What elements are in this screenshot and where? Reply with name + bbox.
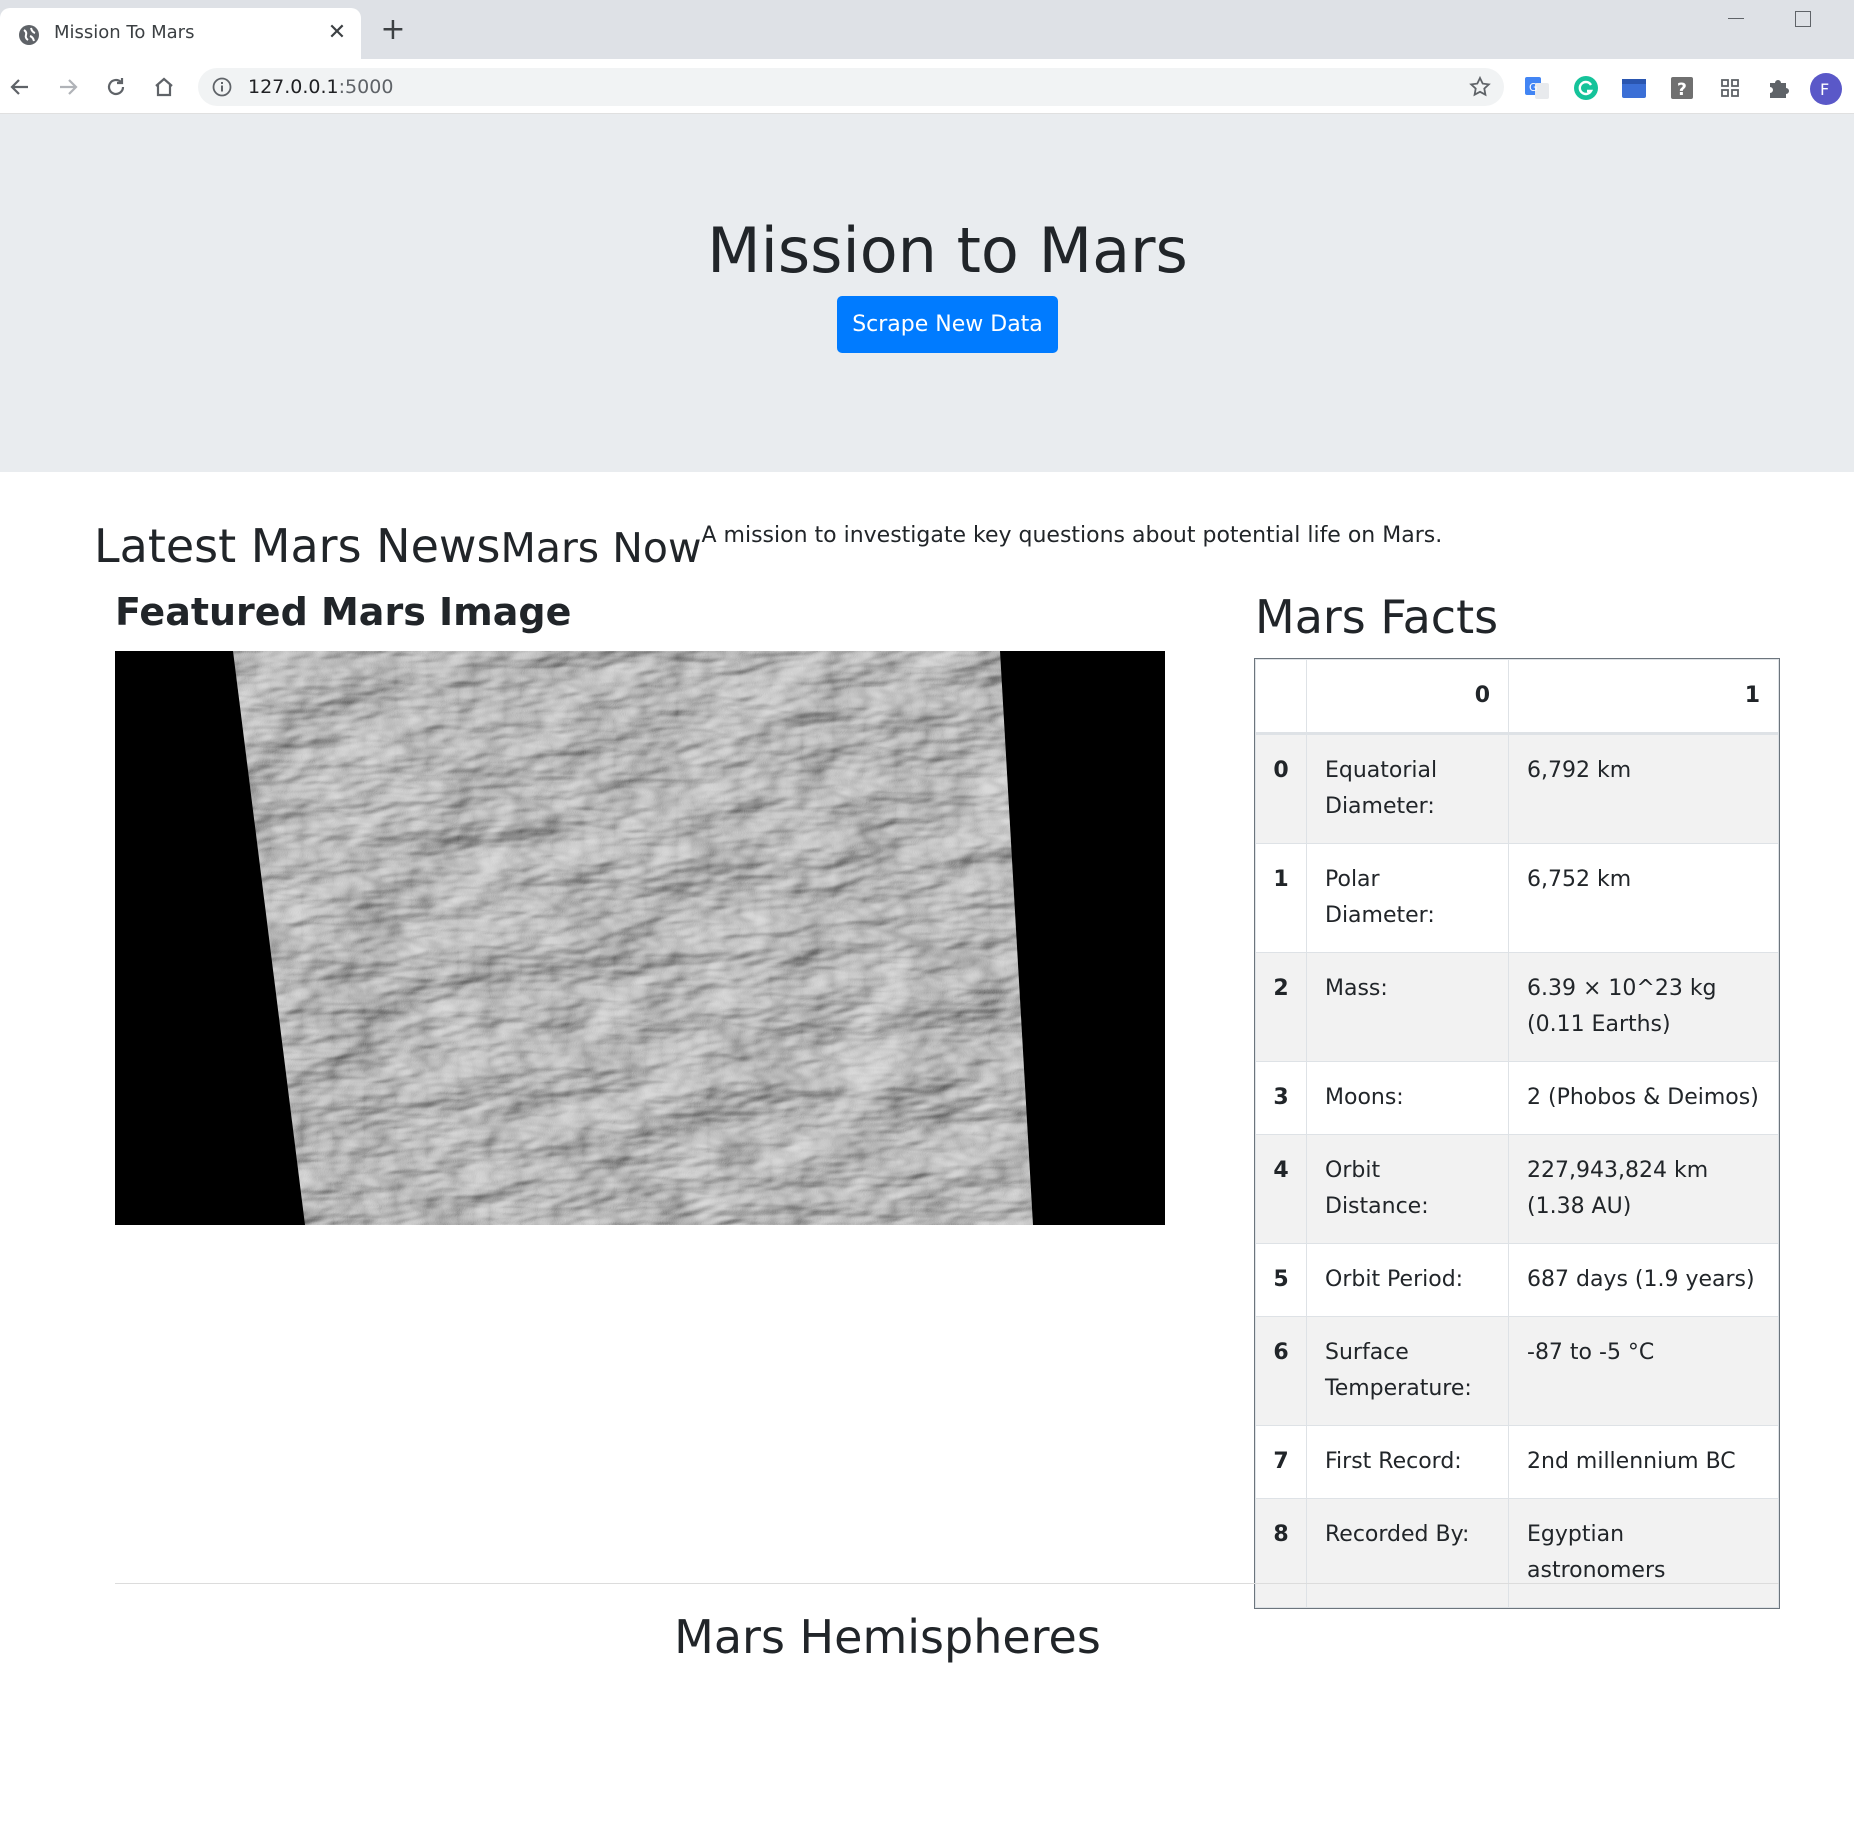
column-header: 1 [1508,659,1779,735]
back-button[interactable] [2,69,38,105]
svg-text:?: ? [1677,80,1687,100]
reload-icon [107,78,125,96]
fact-label: Equatorial Diameter: [1306,733,1509,844]
table-row: 6 Surface Temperature: -87 to -5 °C [1255,1316,1779,1426]
table-row: 3 Moons: 2 (Phobos & Deimos) [1255,1061,1779,1135]
table-row: 8 Recorded By: Egyptian astronomers [1255,1498,1779,1608]
forward-button[interactable] [50,69,86,105]
column-header [1255,659,1307,735]
column-header: 0 [1306,659,1509,735]
home-icon [155,77,173,97]
page-title: Mission to Mars [707,214,1188,287]
section-divider [115,1583,1779,1584]
table-row: 1 Polar Diameter: 6,752 km [1255,843,1779,953]
tab-title: Mission To Mars [54,22,195,43]
fact-label: Surface Temperature: [1306,1316,1509,1426]
fact-label: First Record: [1306,1425,1509,1499]
row-index: 1 [1255,843,1307,953]
fact-value: 6,752 km [1508,843,1779,953]
maximize-window-button[interactable] [1795,11,1811,27]
row-index: 8 [1255,1498,1307,1608]
reload-button[interactable] [98,69,134,105]
home-button[interactable] [146,69,182,105]
grid-icon[interactable] [1716,74,1744,102]
news-paragraph: A mission to investigate key questions a… [701,523,1443,548]
fact-value: 227,943,824 km (1.38 AU) [1508,1134,1779,1244]
fact-value: 6,792 km [1508,733,1779,844]
new-tab-button[interactable]: + [378,15,408,46]
table-row: 5 Orbit Period: 687 days (1.9 years) [1255,1243,1779,1317]
puzzle-icon[interactable] [1764,74,1792,102]
row-index: 0 [1255,733,1307,844]
browser-toolbar: 127.0.0.1:5000 G ? F [0,59,1854,114]
grammarly-icon[interactable] [1572,74,1600,102]
fact-label: Moons: [1306,1061,1509,1135]
row-index: 7 [1255,1425,1307,1499]
mars-facts-heading: Mars Facts [1255,590,1499,644]
table-row: 4 Orbit Distance: 227,943,824 km (1.38 AU) [1255,1134,1779,1244]
browser-tab[interactable]: Mission To Mars ✕ [0,8,361,59]
close-tab-icon[interactable]: ✕ [323,19,351,47]
fact-value: -87 to -5 °C [1508,1316,1779,1426]
url-port: :5000 [338,76,394,98]
row-index: 2 [1255,952,1307,1062]
fact-value: 2 (Phobos & Deimos) [1508,1061,1779,1135]
table-header-row: 0 1 [1255,659,1779,735]
table-row: 2 Mass: 6.39 × 10^23 kg (0.11 Earths) [1255,952,1779,1062]
row-index: 5 [1255,1243,1307,1317]
fact-label: Mass: [1306,952,1509,1062]
url-host: 127.0.0.1 [248,76,339,98]
table-row: 7 First Record: 2nd millennium BC [1255,1425,1779,1499]
fact-value: 6.39 × 10^23 kg (0.11 Earths) [1508,952,1779,1062]
browser-tab-strip: Mission To Mars ✕ + [0,0,1854,59]
fact-value: 2nd millennium BC [1508,1425,1779,1499]
globe-icon [19,25,39,45]
forward-arrow-icon [60,79,78,95]
news-heading: Latest Mars News [94,519,501,573]
profile-letter: F [1820,80,1829,99]
fact-value: 687 days (1.9 years) [1508,1243,1779,1317]
mars-hemispheres-heading: Mars Hemispheres [674,1610,1101,1664]
google-translate-icon[interactable]: G [1523,74,1551,102]
mars-facts-table: 0 1 0 Equatorial Diameter: 6,792 km 1 Polar… [1254,658,1780,1609]
info-icon[interactable] [212,77,232,97]
minimize-window-button[interactable] [1725,4,1747,32]
mars-dunes-image [115,651,1165,1225]
featured-mars-image[interactable] [115,651,1165,1225]
fact-label: Orbit Period: [1306,1243,1509,1317]
row-index: 3 [1255,1061,1307,1135]
news-title: Mars Now [500,524,702,572]
fact-label: Recorded By: [1306,1498,1509,1608]
jumbotron: Mission to Mars Scrape New Data [0,114,1854,472]
row-index: 4 [1255,1134,1307,1244]
svg-text:G: G [1529,81,1538,94]
url-text: 127.0.0.1:5000 [248,76,393,98]
scrape-new-data-button[interactable]: Scrape New Data [837,296,1058,353]
window-icon[interactable] [1620,74,1648,102]
address-bar[interactable]: 127.0.0.1:5000 [198,68,1504,106]
featured-image-heading: Featured Mars Image [115,590,572,634]
fact-label: Orbit Distance: [1306,1134,1509,1244]
star-icon[interactable] [1468,75,1492,99]
news-section: Latest Mars NewsMars NowA mission to inv… [94,519,1442,579]
row-index: 6 [1255,1316,1307,1426]
table-row: 0 Equatorial Diameter: 6,792 km [1255,733,1779,844]
help-icon[interactable]: ? [1668,74,1696,102]
back-arrow-icon [10,79,28,95]
fact-value: Egyptian astronomers [1508,1498,1779,1608]
profile-avatar[interactable]: F [1810,73,1842,105]
fact-label: Polar Diameter: [1306,843,1509,953]
